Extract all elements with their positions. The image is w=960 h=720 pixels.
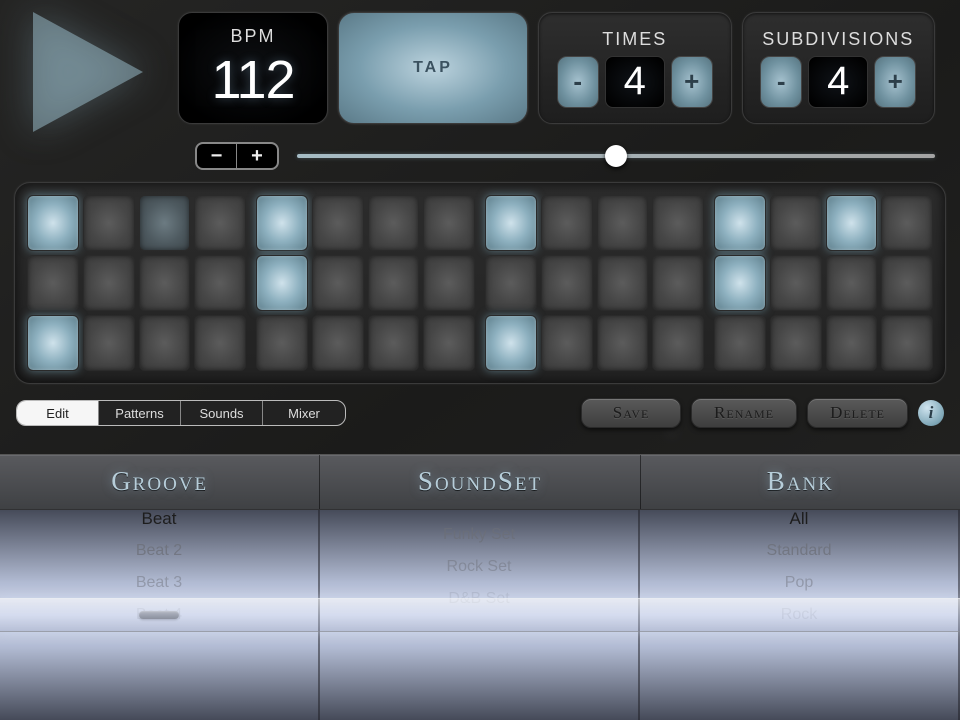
tempo-slider[interactable]	[297, 154, 935, 158]
picker-item[interactable]: All	[640, 510, 958, 535]
pattern-cell[interactable]	[485, 315, 537, 371]
tab-mixer[interactable]: Mixer	[263, 401, 345, 425]
tap-label: TAP	[413, 59, 453, 77]
pattern-cell[interactable]	[485, 255, 537, 311]
save-button[interactable]: Save	[581, 398, 681, 428]
subdivisions-minus-button[interactable]: -	[760, 56, 802, 108]
pattern-cell[interactable]	[27, 255, 79, 311]
subdivisions-value: 4	[808, 56, 868, 108]
pattern-cell[interactable]	[423, 195, 475, 251]
pattern-cell[interactable]	[368, 195, 420, 251]
pattern-cell[interactable]	[826, 195, 878, 251]
pattern-cell[interactable]	[597, 315, 649, 371]
groove-picker[interactable]: MetronomeBeatBeat 2Beat 3Beat 4	[0, 510, 320, 720]
subdivisions-panel: SUBDIVISIONS - 4 +	[742, 12, 936, 124]
pattern-cell[interactable]	[881, 195, 933, 251]
pattern-cell[interactable]	[194, 255, 246, 311]
tap-button[interactable]: TAP	[338, 12, 528, 124]
pattern-cell[interactable]	[256, 255, 308, 311]
pattern-cell[interactable]	[312, 255, 364, 311]
pattern-cell[interactable]	[256, 315, 308, 371]
subdivisions-label: SUBDIVISIONS	[762, 29, 914, 50]
picker-item[interactable]: Funky Set	[320, 519, 638, 551]
pattern-cell[interactable]	[652, 315, 704, 371]
pattern-cell[interactable]	[770, 255, 822, 311]
groove-header: Groove	[0, 455, 320, 509]
times-panel: TIMES - 4 +	[538, 12, 732, 124]
pattern-cell[interactable]	[597, 195, 649, 251]
pattern-cell[interactable]	[368, 315, 420, 371]
bpm-display[interactable]: BPM 112	[178, 12, 328, 124]
pattern-cell[interactable]	[312, 195, 364, 251]
pattern-cell[interactable]	[27, 195, 79, 251]
pattern-cell[interactable]	[423, 255, 475, 311]
times-label: TIMES	[602, 29, 667, 50]
pattern-cell[interactable]	[27, 315, 79, 371]
zoom-minus-button[interactable]: −	[197, 144, 237, 168]
picker-item[interactable]: Beat 2	[0, 535, 318, 567]
pattern-cell[interactable]	[881, 315, 933, 371]
picker-item[interactable]: Rock Set	[320, 551, 638, 583]
pattern-cell[interactable]	[194, 315, 246, 371]
zoom-stepper: − +	[195, 142, 279, 170]
times-plus-button[interactable]: +	[671, 56, 713, 108]
pattern-cell[interactable]	[194, 195, 246, 251]
play-button[interactable]	[8, 12, 168, 132]
soundset-header: SoundSet	[320, 455, 640, 509]
pattern-cell[interactable]	[652, 195, 704, 251]
bpm-label: BPM	[230, 26, 275, 47]
pattern-grid	[14, 182, 946, 384]
pattern-cell[interactable]	[714, 195, 766, 251]
soundset-picker[interactable]: Clicks1Clicks2Clicks3StandardSetFunky Se…	[320, 510, 640, 720]
picker-item[interactable]: StandardSet	[320, 510, 638, 519]
tab-sounds[interactable]: Sounds	[181, 401, 263, 425]
mode-tabs: EditPatternsSoundsMixer	[16, 400, 346, 426]
slider-thumb[interactable]	[605, 145, 627, 167]
pattern-cell[interactable]	[541, 315, 593, 371]
times-minus-button[interactable]: -	[557, 56, 599, 108]
pattern-cell[interactable]	[83, 255, 135, 311]
pattern-cell[interactable]	[139, 195, 191, 251]
picker-handle-icon	[139, 611, 179, 619]
pattern-cell[interactable]	[139, 315, 191, 371]
pattern-cell[interactable]	[770, 195, 822, 251]
tab-edit[interactable]: Edit	[17, 401, 99, 425]
zoom-plus-button[interactable]: +	[237, 144, 277, 168]
pattern-cell[interactable]	[83, 195, 135, 251]
pattern-cell[interactable]	[83, 315, 135, 371]
pattern-cell[interactable]	[770, 315, 822, 371]
picker-item[interactable]: Beat	[0, 510, 318, 535]
picker-item[interactable]: D&B Set	[320, 583, 638, 615]
subdivisions-plus-button[interactable]: +	[874, 56, 916, 108]
bank-picker[interactable]: AllStandardPopRock	[640, 510, 960, 720]
pattern-cell[interactable]	[541, 195, 593, 251]
rename-button[interactable]: Rename	[691, 398, 797, 428]
tab-patterns[interactable]: Patterns	[99, 401, 181, 425]
pattern-cell[interactable]	[423, 315, 475, 371]
picker-item[interactable]: Beat 3	[0, 567, 318, 599]
bank-header: Bank	[641, 455, 960, 509]
pattern-cell[interactable]	[597, 255, 649, 311]
pattern-cell[interactable]	[368, 255, 420, 311]
pattern-cell[interactable]	[485, 195, 537, 251]
pattern-cell[interactable]	[256, 195, 308, 251]
picker-item[interactable]: Rock	[640, 599, 958, 631]
pattern-cell[interactable]	[714, 315, 766, 371]
play-icon	[33, 12, 143, 132]
pattern-cell[interactable]	[652, 255, 704, 311]
delete-button[interactable]: Delete	[807, 398, 908, 428]
picker-item[interactable]: Pop	[640, 567, 958, 599]
pattern-cell[interactable]	[139, 255, 191, 311]
pattern-cell[interactable]	[312, 315, 364, 371]
pattern-cell[interactable]	[714, 255, 766, 311]
pattern-cell[interactable]	[826, 315, 878, 371]
picker-item[interactable]: Standard	[640, 535, 958, 567]
pattern-cell[interactable]	[881, 255, 933, 311]
bpm-value: 112	[211, 49, 294, 111]
pattern-cell[interactable]	[826, 255, 878, 311]
info-button[interactable]: i	[918, 400, 944, 426]
times-value: 4	[605, 56, 665, 108]
pattern-cell[interactable]	[541, 255, 593, 311]
